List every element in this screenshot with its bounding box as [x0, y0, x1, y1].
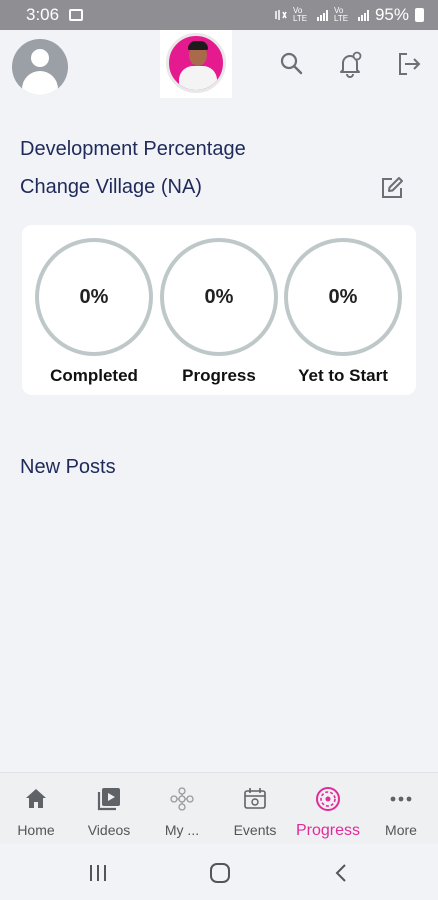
- calendar-event-icon: [244, 788, 266, 809]
- completed-ring: 0%: [35, 238, 153, 356]
- stat-progress: 0% Progress: [159, 238, 279, 386]
- nav-my-network[interactable]: My ...: [146, 773, 218, 845]
- edit-icon[interactable]: [378, 174, 406, 202]
- logout-icon[interactable]: [395, 50, 423, 78]
- nav-home[interactable]: Home: [0, 773, 72, 845]
- logo-portrait: [166, 33, 226, 93]
- mute-vibrate-icon: [275, 10, 287, 20]
- nav-progress-label: Progress: [295, 822, 361, 839]
- profile-logo: [160, 30, 232, 98]
- signal-icon-2: [357, 9, 369, 21]
- logo-hair: [188, 41, 208, 50]
- progress-icon: [316, 787, 340, 811]
- nav-more-label: More: [385, 822, 417, 838]
- nav-my-label: My ...: [164, 822, 200, 838]
- bottom-navigation: Home Videos My ... Events Progress More: [0, 772, 438, 844]
- nav-home-label: Home: [17, 822, 55, 838]
- progress-ring: 0%: [160, 238, 278, 356]
- nav-events-label: Events: [233, 822, 277, 838]
- signal-icon-1: [316, 9, 328, 21]
- battery-percent: 95%: [374, 5, 409, 24]
- more-dots-icon: [390, 796, 412, 802]
- new-posts-title: New Posts: [20, 456, 116, 478]
- nav-progress[interactable]: Progress: [292, 773, 364, 845]
- network-label-2: Vo LTE: [333, 6, 349, 23]
- app-header: [0, 30, 438, 98]
- search-icon[interactable]: [278, 50, 306, 78]
- nav-videos[interactable]: Videos: [73, 773, 145, 845]
- progress-label: Progress: [182, 366, 256, 385]
- progress-stats-card: 0% Completed 0% Progress 0% Yet to Start: [22, 225, 416, 395]
- home-button-icon[interactable]: [208, 862, 232, 884]
- video-library-icon: [97, 788, 120, 811]
- recent-apps-icon[interactable]: [86, 862, 110, 884]
- home-icon: [26, 789, 46, 808]
- avatar-head: [31, 49, 49, 67]
- nav-videos-label: Videos: [87, 822, 131, 838]
- network-label-1: Vo LTE: [292, 6, 308, 23]
- system-navigation-bar: [0, 844, 438, 900]
- back-icon[interactable]: [330, 862, 354, 884]
- status-time: 3:06: [26, 5, 60, 24]
- development-percentage-title: Development Percentage: [20, 138, 246, 160]
- gallery-notification-icon: [69, 9, 84, 21]
- completed-label: Completed: [50, 366, 138, 385]
- nav-more[interactable]: More: [365, 773, 437, 845]
- change-village-label[interactable]: Change Village (NA): [20, 176, 202, 199]
- network-icon: [170, 787, 194, 811]
- stat-yet-to-start: 0% Yet to Start: [283, 238, 403, 386]
- user-avatar-icon[interactable]: [12, 39, 68, 95]
- yet-to-start-label: Yet to Start: [298, 366, 388, 385]
- notification-bell-icon[interactable]: [336, 50, 364, 78]
- avatar-body: [22, 71, 58, 95]
- nav-events[interactable]: Events: [219, 773, 291, 845]
- logo-shirt: [179, 66, 217, 90]
- stat-completed: 0% Completed: [34, 238, 154, 386]
- yet-to-start-ring: 0%: [284, 238, 402, 356]
- status-bar: 3:06 Vo LTE Vo LTE 95%: [0, 0, 438, 30]
- battery-icon: [415, 8, 424, 22]
